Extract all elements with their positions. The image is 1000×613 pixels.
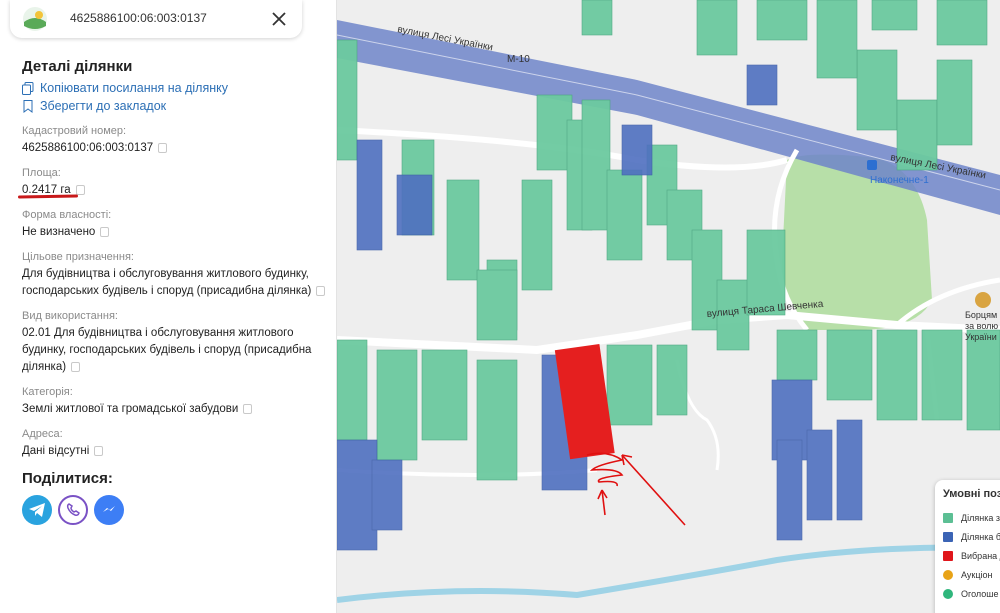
copy-icon[interactable]	[243, 403, 253, 414]
bus-stop-icon[interactable]	[867, 160, 877, 170]
memorial-label-3: України	[965, 332, 997, 342]
field-label-ownership: Форма власності:	[22, 209, 112, 221]
details-section: Деталі ділянки Копіювати посилання на ді…	[22, 58, 327, 525]
viber-icon	[66, 503, 80, 516]
parcel-details-panel: 4625886100:06:003:0137 Деталі ділянки Ко…	[0, 0, 337, 613]
map-legend: Умовні поз Ділянка з Ділянка б Вибрана д…	[935, 480, 1000, 613]
bookmark-icon	[23, 99, 33, 113]
telegram-icon	[29, 503, 45, 517]
field-value-ownership: Не визначено	[22, 224, 327, 241]
close-icon[interactable]	[268, 8, 290, 30]
share-buttons	[22, 495, 327, 525]
messenger-share-button[interactable]	[94, 495, 124, 525]
viber-share-button[interactable]	[58, 495, 88, 525]
copy-icon[interactable]	[316, 285, 326, 296]
copy-icon[interactable]	[75, 184, 85, 195]
legend-item: Оголоше	[943, 584, 1000, 603]
copy-icon[interactable]	[71, 361, 81, 372]
field-label-area: Площа:	[22, 167, 61, 179]
copy-icon	[22, 81, 34, 95]
field-label-purpose: Цільове призначення:	[22, 251, 134, 263]
field-value-category: Землі житлової та громадської забудови	[22, 401, 327, 418]
legend-title: Умовні поз	[943, 488, 1000, 500]
field-value-usage: 02.01 Для будівництва і обслуговування ж…	[22, 327, 312, 373]
legend-item: Вибрана д	[943, 546, 1000, 565]
field-label-address: Адреса:	[22, 428, 63, 440]
cadastral-map[interactable]: вулиця Лесі Українки М-10 вулиця Лесі Ук…	[337, 0, 1000, 613]
field-label-cadastral: Кадастровий номер:	[22, 125, 127, 137]
details-title: Деталі ділянки	[22, 58, 133, 75]
bookmark-label: Зберегти до закладок	[40, 99, 167, 113]
search-bar[interactable]: 4625886100:06:003:0137	[10, 0, 302, 38]
field-label-category: Категорія:	[22, 386, 73, 398]
field-label-usage: Вид використання:	[22, 310, 118, 322]
road-label-m10: М-10	[507, 54, 530, 65]
bookmark-button[interactable]: Зберегти до закладок	[22, 97, 327, 115]
map-canvas[interactable]: вулиця Лесі Українки М-10 вулиця Лесі Ук…	[337, 0, 1000, 613]
legend-item: Ділянка з	[943, 508, 1000, 527]
share-title: Поділитися:	[22, 470, 113, 487]
legend-item: Аукціон	[943, 565, 1000, 584]
copy-icon[interactable]	[94, 445, 104, 456]
copy-icon[interactable]	[158, 142, 168, 153]
telegram-share-button[interactable]	[22, 495, 52, 525]
copy-link-label: Копіювати посилання на ділянку	[40, 81, 228, 95]
memorial-label-2: за волю	[965, 321, 998, 331]
memorial-label-1: Борцям	[965, 310, 997, 320]
bus-stop-label: Наконечне-1	[870, 175, 929, 186]
copy-icon[interactable]	[100, 226, 110, 237]
field-value-address: Дані відсутні	[22, 443, 327, 460]
app-logo-icon	[23, 7, 47, 31]
memorial-icon[interactable]	[975, 292, 991, 308]
messenger-icon	[103, 506, 115, 512]
field-value-purpose: Для будівництва і обслуговування житлово…	[22, 266, 327, 300]
copy-link-button[interactable]: Копіювати посилання на ділянку	[22, 79, 327, 97]
legend-item: Ділянка б	[943, 527, 1000, 546]
field-value-cadastral: 4625886100:06:003:0137	[22, 140, 327, 157]
search-input[interactable]: 4625886100:06:003:0137	[70, 11, 207, 25]
